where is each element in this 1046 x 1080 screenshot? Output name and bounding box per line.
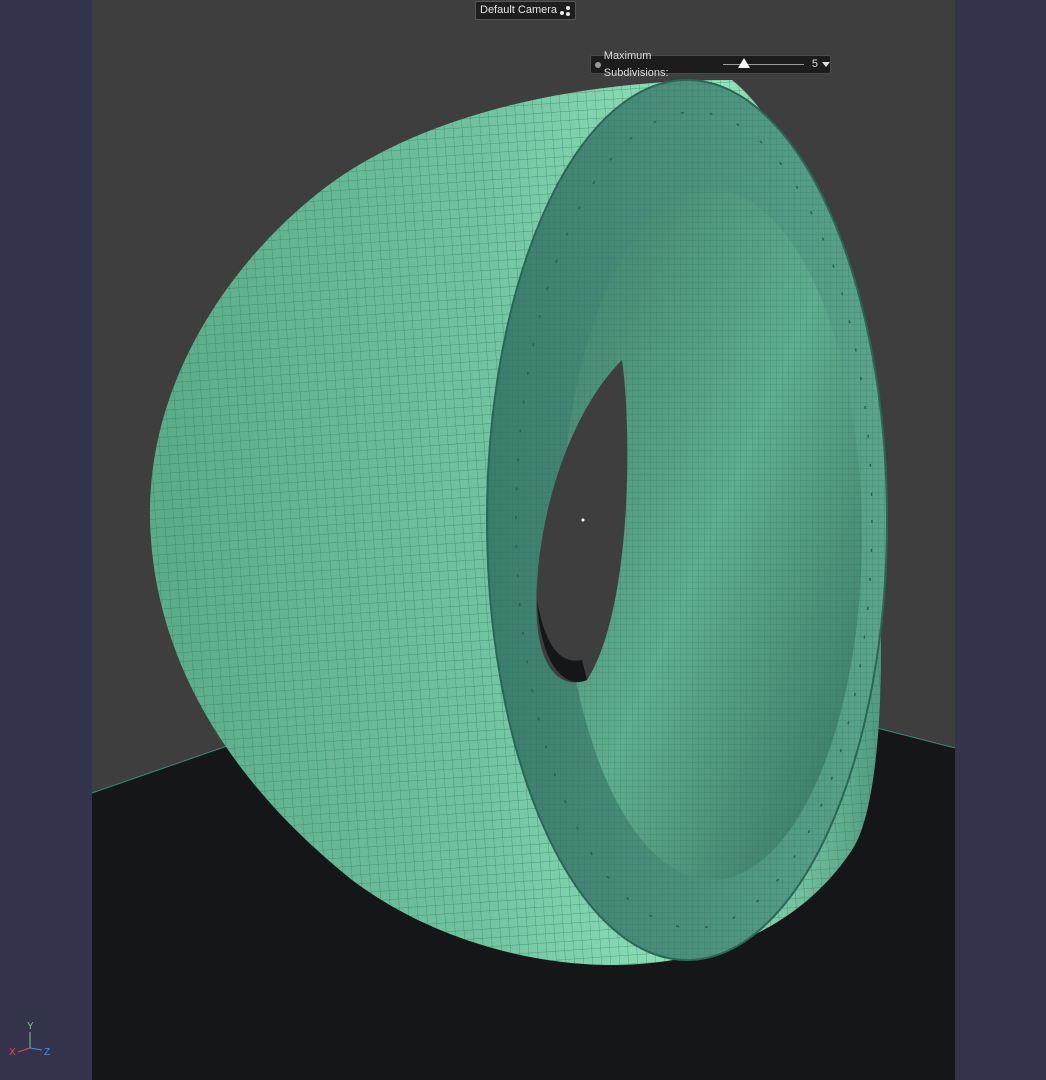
subdivisions-label: Maximum Subdivisions:: [603, 49, 669, 79]
left-panel: [0, 0, 92, 1080]
camera-label-text: Default Camera: [480, 4, 558, 16]
axis-z-label: Z: [44, 1047, 51, 1058]
3d-viewport[interactable]: Default Camera Maximum Subdivisions: 5: [92, 0, 955, 1080]
axis-y-label: Y: [27, 1021, 34, 1032]
subdivisions-slider-thumb[interactable]: [737, 58, 750, 68]
camera-options-icon[interactable]: [559, 5, 571, 17]
camera-selector[interactable]: Default Camera: [475, 1, 577, 20]
subdivisions-toggle-icon[interactable]: [595, 61, 601, 68]
subdivisions-value[interactable]: 5: [810, 56, 818, 73]
pivot-point: [581, 518, 585, 522]
subdivisions-slider[interactable]: [723, 58, 805, 68]
viewport-scene: [92, 79, 955, 1080]
axis-x-label: X: [9, 1047, 16, 1058]
axis-gizmo: Y X Z: [6, 1020, 58, 1064]
right-panel: [955, 0, 1046, 1080]
chevron-down-icon[interactable]: [822, 62, 830, 67]
subdivisions-control: Maximum Subdivisions: 5: [590, 50, 831, 79]
